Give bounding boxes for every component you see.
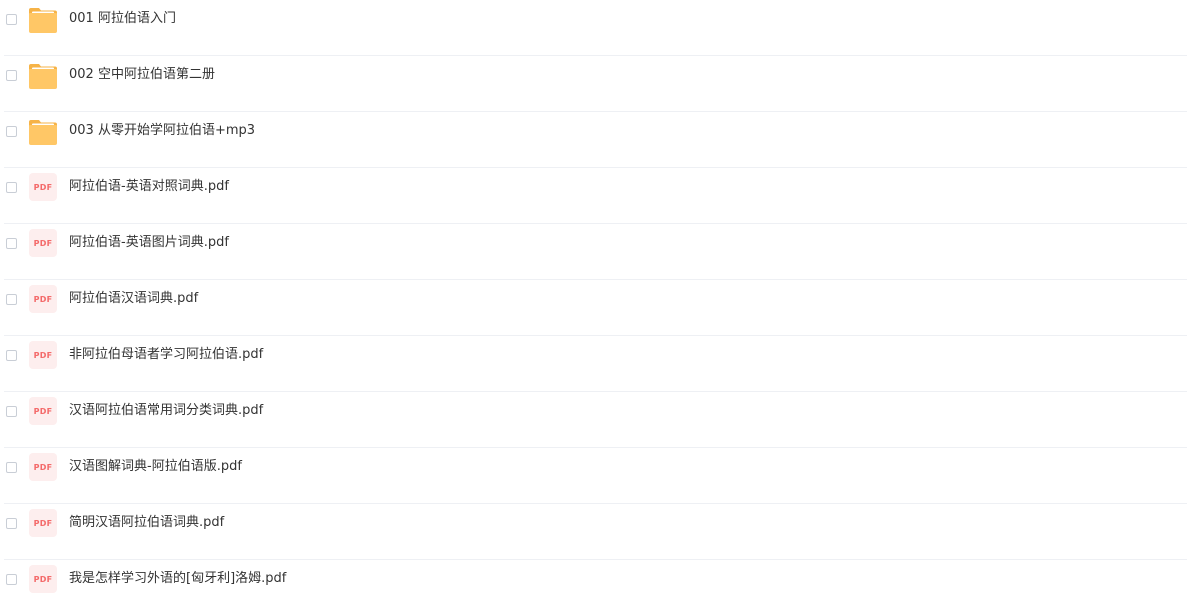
folder-icon	[29, 61, 57, 89]
row-checkbox[interactable]	[6, 350, 17, 361]
pdf-icon: PDF	[29, 341, 57, 369]
row-checkbox[interactable]	[6, 462, 17, 473]
file-name[interactable]: 阿拉伯语-英语图片词典.pdf	[69, 234, 229, 252]
file-row[interactable]: PDF 简明汉语阿拉伯语词典.pdf	[0, 504, 1187, 560]
file-row[interactable]: 001 阿拉伯语入门	[0, 0, 1187, 56]
file-name[interactable]: 非阿拉伯母语者学习阿拉伯语.pdf	[69, 346, 263, 364]
pdf-icon: PDF	[29, 453, 57, 481]
row-checkbox[interactable]	[6, 518, 17, 529]
row-checkbox[interactable]	[6, 14, 17, 25]
file-name[interactable]: 我是怎样学习外语的[匈牙利]洛姆.pdf	[69, 570, 286, 588]
row-checkbox[interactable]	[6, 294, 17, 305]
file-row[interactable]: PDF 阿拉伯语-英语图片词典.pdf	[0, 224, 1187, 280]
row-checkbox[interactable]	[6, 182, 17, 193]
row-checkbox[interactable]	[6, 574, 17, 585]
folder-icon	[29, 5, 57, 33]
file-name[interactable]: 汉语阿拉伯语常用词分类词典.pdf	[69, 402, 263, 420]
pdf-icon: PDF	[29, 173, 57, 201]
row-checkbox[interactable]	[6, 238, 17, 249]
file-name[interactable]: 001 阿拉伯语入门	[69, 10, 176, 28]
file-row[interactable]: PDF 阿拉伯语-英语对照词典.pdf	[0, 168, 1187, 224]
file-row[interactable]: PDF 汉语图解词典-阿拉伯语版.pdf	[0, 448, 1187, 504]
file-row[interactable]: 003 从零开始学阿拉伯语+mp3	[0, 112, 1187, 168]
file-name[interactable]: 003 从零开始学阿拉伯语+mp3	[69, 122, 255, 140]
row-checkbox[interactable]	[6, 126, 17, 137]
file-row[interactable]: PDF 汉语阿拉伯语常用词分类词典.pdf	[0, 392, 1187, 448]
pdf-icon: PDF	[29, 229, 57, 257]
file-name[interactable]: 阿拉伯语汉语词典.pdf	[69, 290, 198, 308]
file-list: 001 阿拉伯语入门 002 空中阿拉伯语第二册 003 从零开始学阿拉伯语+m…	[0, 0, 1187, 603]
folder-icon	[29, 117, 57, 145]
file-row[interactable]: PDF 阿拉伯语汉语词典.pdf	[0, 280, 1187, 336]
pdf-icon: PDF	[29, 397, 57, 425]
row-checkbox[interactable]	[6, 406, 17, 417]
file-row[interactable]: 002 空中阿拉伯语第二册	[0, 56, 1187, 112]
pdf-icon: PDF	[29, 285, 57, 313]
row-checkbox[interactable]	[6, 70, 17, 81]
file-name[interactable]: 002 空中阿拉伯语第二册	[69, 66, 215, 84]
file-row[interactable]: PDF 非阿拉伯母语者学习阿拉伯语.pdf	[0, 336, 1187, 392]
file-name[interactable]: 汉语图解词典-阿拉伯语版.pdf	[69, 458, 242, 476]
file-row[interactable]: PDF 我是怎样学习外语的[匈牙利]洛姆.pdf	[0, 560, 1187, 603]
file-name[interactable]: 阿拉伯语-英语对照词典.pdf	[69, 178, 229, 196]
file-name[interactable]: 简明汉语阿拉伯语词典.pdf	[69, 514, 224, 532]
pdf-icon: PDF	[29, 565, 57, 593]
pdf-icon: PDF	[29, 509, 57, 537]
